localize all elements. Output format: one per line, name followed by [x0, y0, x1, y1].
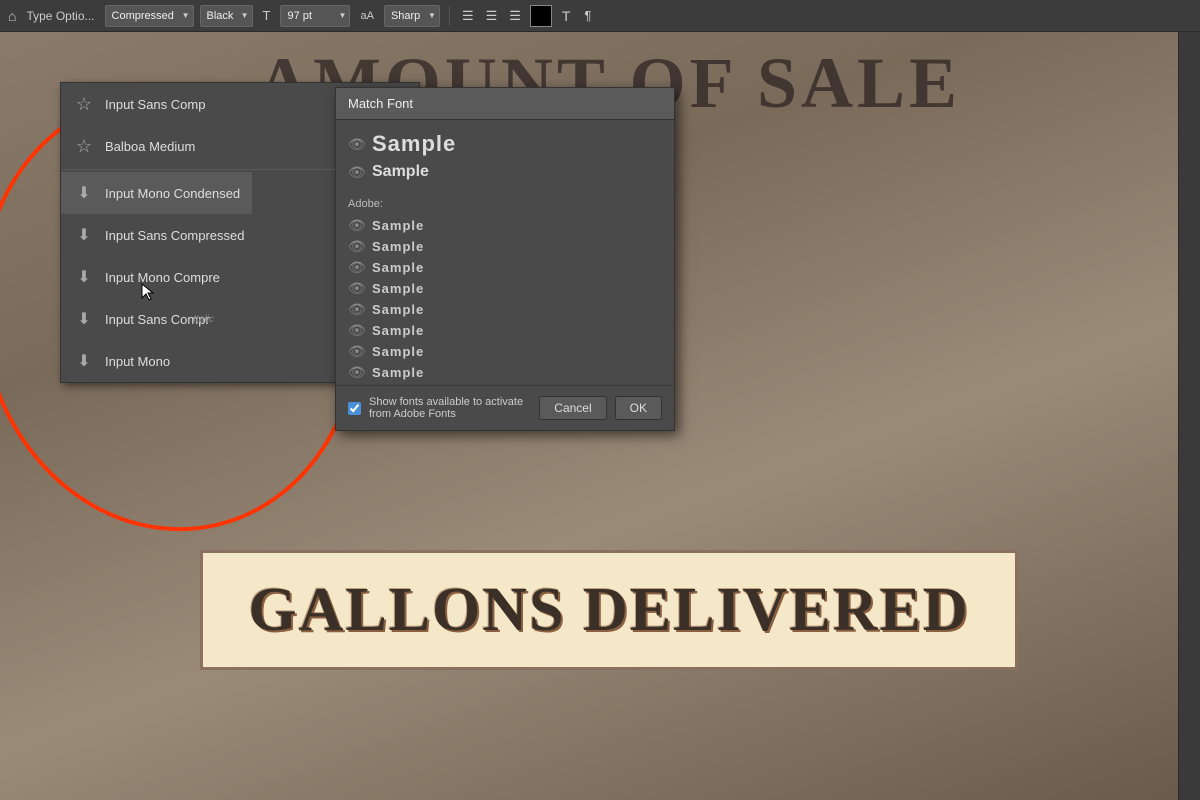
adobe-sample-4: Sample: [372, 281, 424, 296]
paragraph-icon[interactable]: ¶: [580, 6, 595, 25]
adobe-fonts-checkbox-label: Show fonts available to activate from Ad…: [369, 396, 531, 420]
toolbar-separator-1: [449, 6, 450, 26]
adobe-eye-icon-8[interactable]: 👁: [348, 364, 364, 381]
adobe-sample-5: Sample: [372, 302, 424, 317]
adobe-sample-8: Sample: [372, 365, 424, 380]
font-item-name-5: Input Mono Compre: [105, 270, 220, 285]
adobe-sample-6: Sample: [372, 323, 424, 338]
adobe-eye-icon-1[interactable]: 👁: [348, 217, 364, 234]
font-color-dropdown[interactable]: Black: [200, 5, 253, 27]
font-item-star-icon-2: ☆: [73, 136, 95, 157]
font-item-name-1: Input Sans Comp: [105, 97, 205, 112]
font-style-dropdown-wrap: Compressed ▼: [105, 5, 194, 27]
adobe-sample-row-8: 👁 Sample: [348, 362, 662, 383]
adobe-sample-row-1: 👁 Sample: [348, 215, 662, 236]
adobe-eye-icon-6[interactable]: 👁: [348, 322, 364, 339]
text-color-swatch[interactable]: [530, 5, 552, 27]
font-item-cloud-icon-4: ⬇: [73, 225, 95, 245]
match-font-dialog: Match Font 👁 Sample 👁 Sample Adobe: 👁 Sa…: [335, 87, 675, 431]
font-color-dropdown-wrap: Black ▼: [200, 5, 253, 27]
adobe-sample-row-5: 👁 Sample: [348, 299, 662, 320]
font-size-dropdown[interactable]: 97 pt: [280, 5, 350, 27]
font-item-star-icon-1: ☆: [73, 94, 95, 115]
adobe-eye-icon-2[interactable]: 👁: [348, 238, 364, 255]
match-font-eye-icon-2[interactable]: 👁: [348, 164, 364, 181]
font-item-input-sans-compressed[interactable]: ⬇ Input Sans Compressed: [61, 214, 256, 256]
font-item-name-4: Input Sans Compressed: [105, 228, 244, 243]
align-center-icon[interactable]: ☰: [483, 6, 501, 26]
antialiasing-dropdown-wrap: Sharp ▼: [384, 5, 440, 27]
match-font-eye-icon-1[interactable]: 👁: [348, 136, 364, 153]
baseline-icon[interactable]: T: [558, 6, 575, 26]
home-icon[interactable]: ⌂: [8, 8, 16, 24]
font-item-balboa-medium[interactable]: ☆ Balboa Medium: [61, 125, 207, 167]
right-panel: [1178, 32, 1200, 800]
gallons-strip: GALLONS DELIVERED: [200, 550, 1018, 670]
font-item-italic-label: Italic: [193, 314, 214, 325]
adobe-eye-icon-7[interactable]: 👁: [348, 343, 364, 360]
adobe-sample-2: Sample: [372, 239, 424, 254]
font-item-cloud-icon-6: ⬇: [73, 309, 95, 329]
match-font-adobe-samples-section: 👁 Sample 👁 Sample 👁 Sample 👁 Sample 👁 Sa…: [336, 213, 674, 385]
match-font-cancel-button[interactable]: Cancel: [539, 396, 606, 420]
canvas-area: AMOUNT OF SALE RIE GALLONS DELIVERED ☆ I…: [0, 32, 1200, 800]
match-font-title-bar: Match Font: [336, 88, 674, 120]
match-font-ok-button[interactable]: OK: [615, 396, 662, 420]
toolbar: ⌂ Type Optio... Compressed ▼ Black ▼ T 9…: [0, 0, 1200, 32]
align-right-icon[interactable]: ☰: [506, 6, 524, 26]
antialiasing-dropdown[interactable]: Sharp: [384, 5, 440, 27]
font-item-input-mono-condensed[interactable]: ⬇ Input Mono Condensed: [61, 172, 252, 214]
font-item-input-mono-compre[interactable]: ⬇ Input Mono Compre: [61, 256, 232, 298]
adobe-sample-7: Sample: [372, 344, 424, 359]
match-font-footer: Show fonts available to activate from Ad…: [336, 385, 674, 430]
aa-icon: aA: [356, 8, 377, 24]
adobe-sample-row-4: 👁 Sample: [348, 278, 662, 299]
adobe-sample-row-3: 👁 Sample: [348, 257, 662, 278]
adobe-sample-row-7: 👁 Sample: [348, 341, 662, 362]
type-size-icon: T: [259, 6, 275, 25]
match-font-samples-section: 👁 Sample 👁 Sample: [336, 120, 674, 192]
type-options-label: Type Optio...: [26, 9, 94, 23]
adobe-eye-icon-3[interactable]: 👁: [348, 259, 364, 276]
font-item-input-sans-comp[interactable]: ☆ Input Sans Comp: [61, 83, 217, 125]
font-item-name-7: Input Mono: [105, 354, 170, 369]
match-font-sample-row-2: 👁 Sample: [348, 160, 662, 184]
font-style-dropdown[interactable]: Compressed: [105, 5, 194, 27]
adobe-sample-row-2: 👁 Sample: [348, 236, 662, 257]
adobe-fonts-checkbox[interactable]: [348, 402, 361, 415]
font-size-dropdown-wrap: 97 pt ▼: [280, 5, 350, 27]
adobe-eye-icon-4[interactable]: 👁: [348, 280, 364, 297]
align-left-icon[interactable]: ☰: [459, 6, 477, 26]
adobe-sample-1: Sample: [372, 218, 424, 233]
match-font-adobe-label: Adobe:: [336, 192, 674, 213]
font-item-input-mono[interactable]: ⬇ Input Mono: [61, 340, 182, 382]
font-item-input-sans-compr[interactable]: ⬇ Input Sans Compr Italic: [61, 298, 222, 340]
match-font-sample-1: Sample: [372, 131, 456, 157]
font-item-name-2: Balboa Medium: [105, 139, 195, 154]
adobe-eye-icon-5[interactable]: 👁: [348, 301, 364, 318]
font-item-cloud-icon-3: ⬇: [73, 183, 95, 203]
match-font-sample-2: Sample: [372, 163, 429, 181]
match-font-title: Match Font: [348, 96, 413, 111]
match-font-sample-row-1: 👁 Sample: [348, 128, 662, 160]
adobe-sample-row-6: 👁 Sample: [348, 320, 662, 341]
adobe-sample-3: Sample: [372, 260, 424, 275]
font-item-name-3: Input Mono Condensed: [105, 186, 240, 201]
font-item-cloud-icon-7: ⬇: [73, 351, 95, 371]
font-item-cloud-icon-5: ⬇: [73, 267, 95, 287]
gallons-text: GALLONS DELIVERED: [248, 575, 969, 646]
